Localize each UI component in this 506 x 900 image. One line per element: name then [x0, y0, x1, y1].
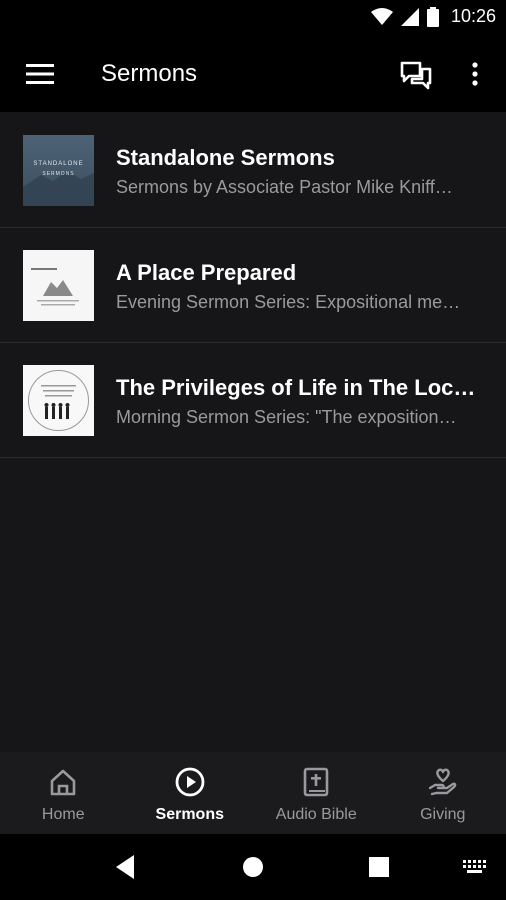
chat-bubbles-icon	[400, 61, 432, 90]
sermon-row-standalone[interactable]: STANDALONE SERMONS Standalone Sermons Se…	[0, 113, 506, 228]
system-navigation-bar	[0, 834, 506, 900]
nav-giving[interactable]: Giving	[380, 752, 506, 834]
hamburger-menu-icon	[26, 64, 54, 84]
recents-square-icon[interactable]	[369, 857, 389, 877]
more-options-button[interactable]	[466, 60, 484, 90]
sermon-subtitle: Morning Sermon Series: "The exposition…	[116, 407, 457, 427]
sermon-title: The Privileges of Life in The Loc…	[116, 375, 476, 400]
nav-audio-bible-label: Audio Bible	[275, 806, 357, 823]
sermon-subtitle: Sermons by Associate Pastor Mike Kniff…	[116, 177, 453, 197]
keyboard-icon[interactable]	[463, 860, 487, 874]
back-triangle-icon[interactable]	[114, 854, 136, 880]
nav-giving-label: Giving	[420, 806, 466, 823]
home-icon	[50, 769, 76, 796]
thumb-subtitle-text: SERMONS	[42, 171, 74, 177]
bible-icon	[303, 767, 329, 797]
sermon-list: STANDALONE SERMONS Standalone Sermons Se…	[0, 113, 506, 458]
sermon-thumbnail: STANDALONE SERMONS	[23, 135, 94, 206]
more-vertical-icon	[472, 62, 478, 86]
sermon-row-privileges-of-life[interactable]: The Privileges of Life in The Loc… Morni…	[0, 343, 506, 458]
nav-sermons-label: Sermons	[155, 806, 224, 823]
status-time: 10:26	[450, 6, 496, 26]
place-prepared-artwork	[31, 268, 79, 306]
status-icons: 10:26	[370, 6, 496, 27]
nav-sermons[interactable]: Sermons	[127, 752, 254, 834]
mountain-artwork: STANDALONE SERMONS	[23, 161, 94, 206]
wifi-icon	[370, 7, 393, 25]
signal-icon	[400, 7, 419, 26]
sermon-thumbnail	[23, 365, 94, 436]
thumb-title-text: STANDALONE	[33, 161, 83, 167]
sermon-title: A Place Prepared	[116, 260, 297, 285]
bottom-navigation: Home Sermons Audio Bible Giving	[0, 752, 506, 834]
nav-audio-bible[interactable]: Audio Bible	[253, 752, 380, 834]
giving-hand-icon	[428, 768, 457, 796]
battery-icon	[426, 6, 439, 27]
play-circle-icon	[175, 767, 205, 797]
sermon-thumbnail	[23, 250, 94, 321]
home-circle-icon[interactable]	[242, 856, 264, 878]
status-bar: 10:26	[0, 0, 506, 36]
sermon-subtitle: Evening Sermon Series: Expositional me…	[116, 292, 461, 312]
menu-button[interactable]	[26, 63, 54, 85]
nav-home-label: Home	[41, 806, 85, 823]
sermon-row-place-prepared[interactable]: A Place Prepared Evening Sermon Series: …	[0, 228, 506, 343]
app-bar: Sermons	[0, 36, 506, 112]
chat-button[interactable]	[400, 60, 432, 90]
sermon-title: Standalone Sermons	[116, 145, 335, 170]
page-title: Sermons	[101, 60, 198, 87]
nav-home[interactable]: Home	[0, 752, 127, 834]
privileges-artwork	[28, 370, 89, 431]
